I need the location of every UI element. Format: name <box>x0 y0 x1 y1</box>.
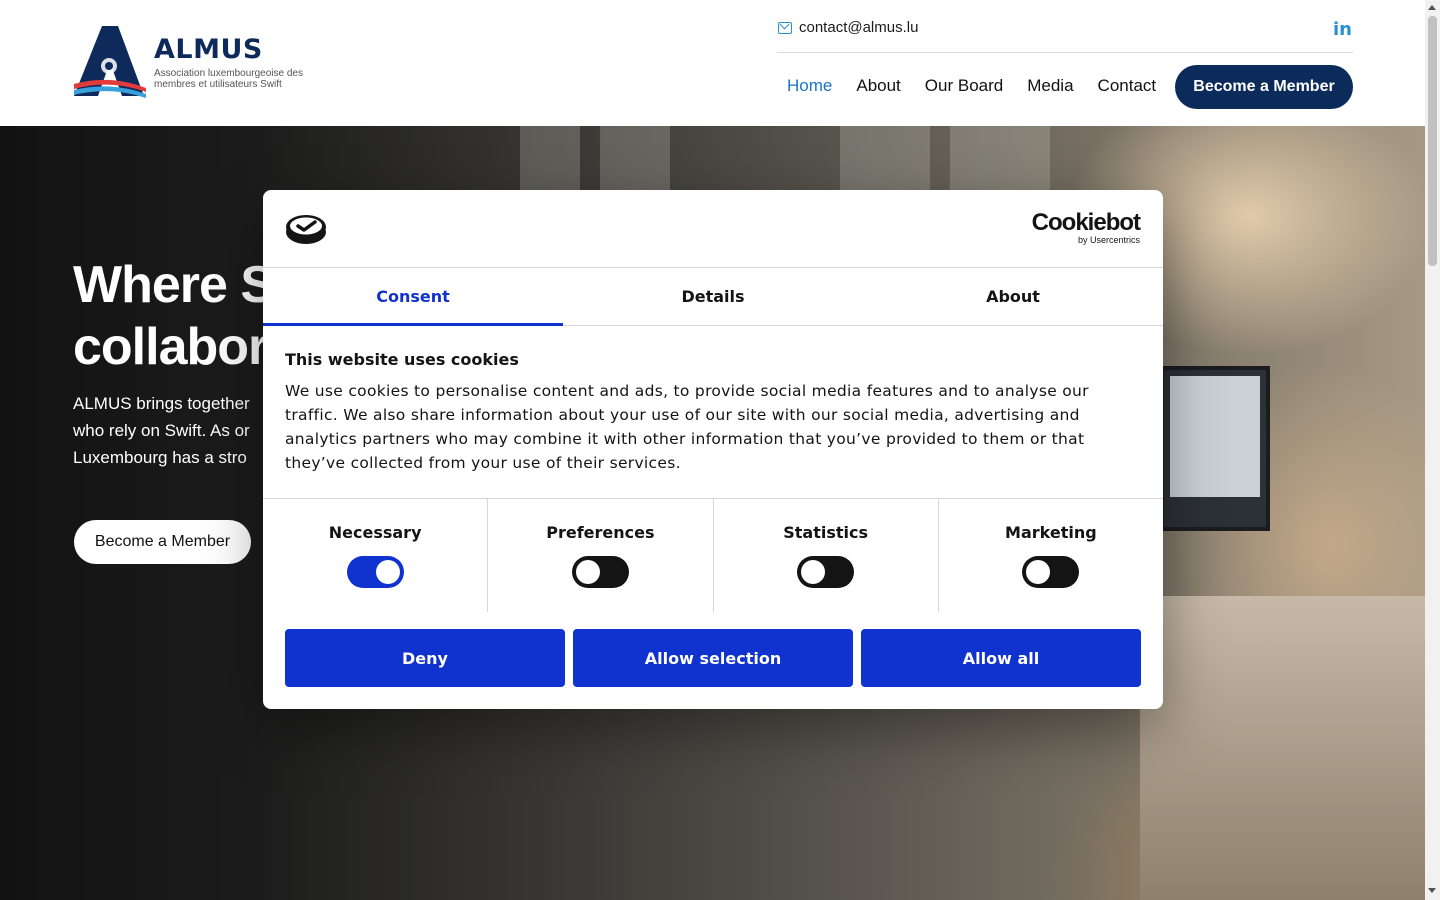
cookiebot-logo[interactable]: Cookiebot by Usercentrics <box>1031 209 1141 245</box>
contact-email: contact@almus.lu <box>799 19 919 36</box>
dialog-body: This website uses cookies We use cookies… <box>263 326 1163 499</box>
nav-contact[interactable]: Contact <box>1098 76 1157 96</box>
dialog-tabs: Consent Details About <box>263 268 1163 326</box>
scroll-thumb[interactable] <box>1428 16 1437 266</box>
toggle-marketing-group: Marketing <box>939 499 1163 612</box>
hero-desk <box>1140 596 1425 900</box>
become-member-button[interactable]: Become a Member <box>1175 65 1353 109</box>
toggle-preferences-group: Preferences <box>488 499 714 612</box>
allow-all-button[interactable]: Allow all <box>861 629 1141 687</box>
cookie-consent-dialog: Cookiebot by Usercentrics Consent Detail… <box>263 190 1163 709</box>
toggle-label: Necessary <box>328 523 422 542</box>
dialog-header: Cookiebot by Usercentrics <box>263 190 1163 268</box>
toggle-label: Statistics <box>783 523 868 542</box>
allow-selection-button[interactable]: Allow selection <box>573 629 853 687</box>
scroll-up-icon[interactable] <box>1428 5 1436 10</box>
site-header: ALMUS Association luxembourgeoise des me… <box>0 0 1425 126</box>
tab-consent[interactable]: Consent <box>263 268 563 326</box>
page-scrollbar[interactable] <box>1425 0 1440 900</box>
nav-our-board[interactable]: Our Board <box>925 76 1003 96</box>
statistics-toggle[interactable] <box>797 556 855 588</box>
hero-text-line-1: ALMUS brings together <box>73 394 250 413</box>
mail-icon <box>778 21 792 34</box>
hero-text-line-3: Luxembourg has a stro <box>73 448 247 467</box>
hero-title-line-1: Where S <box>73 256 275 314</box>
scroll-down-icon[interactable] <box>1428 888 1436 893</box>
deny-button[interactable]: Deny <box>285 629 565 687</box>
tab-details[interactable]: Details <box>563 268 863 325</box>
toggle-statistics-group: Statistics <box>714 499 939 612</box>
necessary-toggle[interactable] <box>346 556 404 588</box>
nav-media[interactable]: Media <box>1027 76 1073 96</box>
dialog-heading: This website uses cookies <box>285 350 519 369</box>
consent-toggles: Necessary Preferences Statistics Marketi… <box>263 499 1163 613</box>
hero-become-member-button[interactable]: Become a Member <box>74 520 251 564</box>
marketing-toggle[interactable] <box>1022 556 1080 588</box>
dialog-description: We use cookies to personalise content an… <box>285 382 1089 472</box>
hero-monitor <box>1160 366 1270 531</box>
cookie-icon <box>286 215 326 244</box>
nav-home[interactable]: Home <box>787 76 832 96</box>
toggle-label: Marketing <box>1005 523 1097 542</box>
dialog-actions: Deny Allow selection Allow all <box>263 613 1163 687</box>
almus-logo[interactable]: ALMUS Association luxembourgeoise des me… <box>72 26 324 100</box>
toggle-label: Preferences <box>546 523 655 542</box>
logo-title: ALMUS <box>154 34 263 65</box>
cookiebot-name: Cookiebot <box>1031 209 1141 236</box>
main-nav: Home About Our Board Media Contact <box>787 76 1156 96</box>
almus-logo-icon <box>74 26 146 98</box>
hero-text-line-2: who rely on Swift. As or <box>73 421 250 440</box>
contact-email-link[interactable]: contact@almus.lu <box>778 19 918 36</box>
hero-title-line-2: collabora <box>73 318 296 376</box>
header-divider <box>777 52 1353 53</box>
hero-title: Where S collabora <box>73 254 296 378</box>
tab-about[interactable]: About <box>863 268 1163 325</box>
nav-about[interactable]: About <box>856 76 900 96</box>
linkedin-icon[interactable]: in <box>1333 19 1352 40</box>
toggle-necessary-group: Necessary <box>263 499 489 612</box>
preferences-toggle[interactable] <box>571 556 629 588</box>
cookiebot-by: by Usercentrics <box>1077 235 1140 245</box>
logo-subtitle: Association luxembourgeoise des membres … <box>154 68 303 90</box>
